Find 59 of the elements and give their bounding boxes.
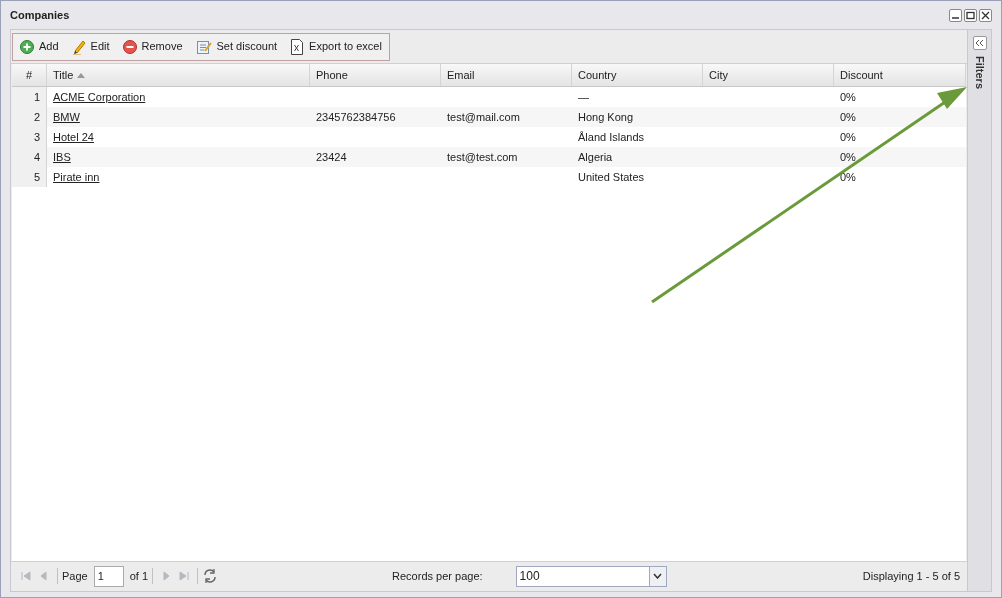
minus-icon xyxy=(122,39,137,54)
page-label: Page xyxy=(62,568,88,584)
table-cell-text: Algeria xyxy=(578,149,613,165)
page-count: of 1 xyxy=(129,568,149,584)
excel-file-icon xyxy=(290,38,305,55)
records-per-page-select[interactable]: 100 xyxy=(515,565,667,587)
table-cell-text: 23424 xyxy=(316,149,347,165)
column-header[interactable]: Title xyxy=(47,64,310,86)
table-cell-text: 2 xyxy=(33,109,40,125)
pencil-icon xyxy=(71,38,86,55)
table-cell-text: 0% xyxy=(840,129,856,145)
company-link[interactable]: Pirate inn xyxy=(53,168,100,186)
table-cell-text: test@mail.com xyxy=(447,109,520,125)
close-icon[interactable] xyxy=(979,8,992,22)
toolbar-button[interactable]: Remove xyxy=(122,38,183,55)
table-cell-text: — xyxy=(578,89,589,105)
displaying-count: Displaying 1 - 5 of 5 xyxy=(862,568,960,584)
table-cell-text: 2345762384756 xyxy=(316,109,396,125)
table-cell-text: 4 xyxy=(33,149,40,165)
maximize-icon[interactable] xyxy=(964,8,977,22)
records-per-page-label: Records per page: xyxy=(392,568,483,584)
table-cell-text: 0% xyxy=(840,149,856,165)
table-cell-text: test@test.com xyxy=(447,149,518,165)
column-header[interactable]: Phone xyxy=(310,64,441,86)
table-cell-text: United States xyxy=(578,169,645,185)
page-field[interactable]: 1 xyxy=(93,565,124,587)
company-link[interactable]: ACME Corporation xyxy=(53,88,146,106)
company-link[interactable]: BMW xyxy=(53,108,80,126)
table-cell-text: 0% xyxy=(840,89,856,105)
column-header[interactable]: # xyxy=(12,64,47,86)
company-link[interactable]: Hotel 24 xyxy=(53,128,94,146)
window-title: Companies xyxy=(10,7,70,23)
column-header[interactable]: City xyxy=(703,64,834,86)
filters-label[interactable]: Filters xyxy=(971,56,988,89)
column-header[interactable]: Email xyxy=(441,64,572,86)
dropdown-caret-icon xyxy=(653,573,663,579)
table-cell-text: 0% xyxy=(840,109,856,125)
toolbar-button[interactable]: Set discount xyxy=(195,38,278,55)
expand-button[interactable] xyxy=(972,36,987,50)
table-cell-text: 1 xyxy=(33,89,40,105)
table-cell-text: Hong Kong xyxy=(578,109,634,125)
minimize-icon[interactable] xyxy=(949,8,962,22)
table-cell-text: 3 xyxy=(33,129,40,145)
toolbar-button[interactable]: Edit xyxy=(71,38,110,55)
first-page-arrow-icon xyxy=(20,570,32,582)
document-icon xyxy=(195,38,212,55)
table-cell-text: Åland Islands xyxy=(578,129,645,145)
column-header[interactable]: Country xyxy=(572,64,703,86)
column-header[interactable]: Discount xyxy=(834,64,966,86)
table-cell-text: 5 xyxy=(33,169,40,185)
toolbar-button[interactable]: Export to excel xyxy=(290,38,382,55)
toolbar-button[interactable]: Add xyxy=(20,38,59,55)
previous-page-arrow-icon xyxy=(38,570,50,582)
company-link[interactable]: IBS xyxy=(53,148,71,166)
plus-icon xyxy=(20,39,34,54)
table-cell-text: 0% xyxy=(840,169,856,185)
last-page-arrow-icon xyxy=(178,570,191,582)
double-chevron-icon xyxy=(975,39,984,47)
refresh-icon[interactable] xyxy=(202,568,219,584)
